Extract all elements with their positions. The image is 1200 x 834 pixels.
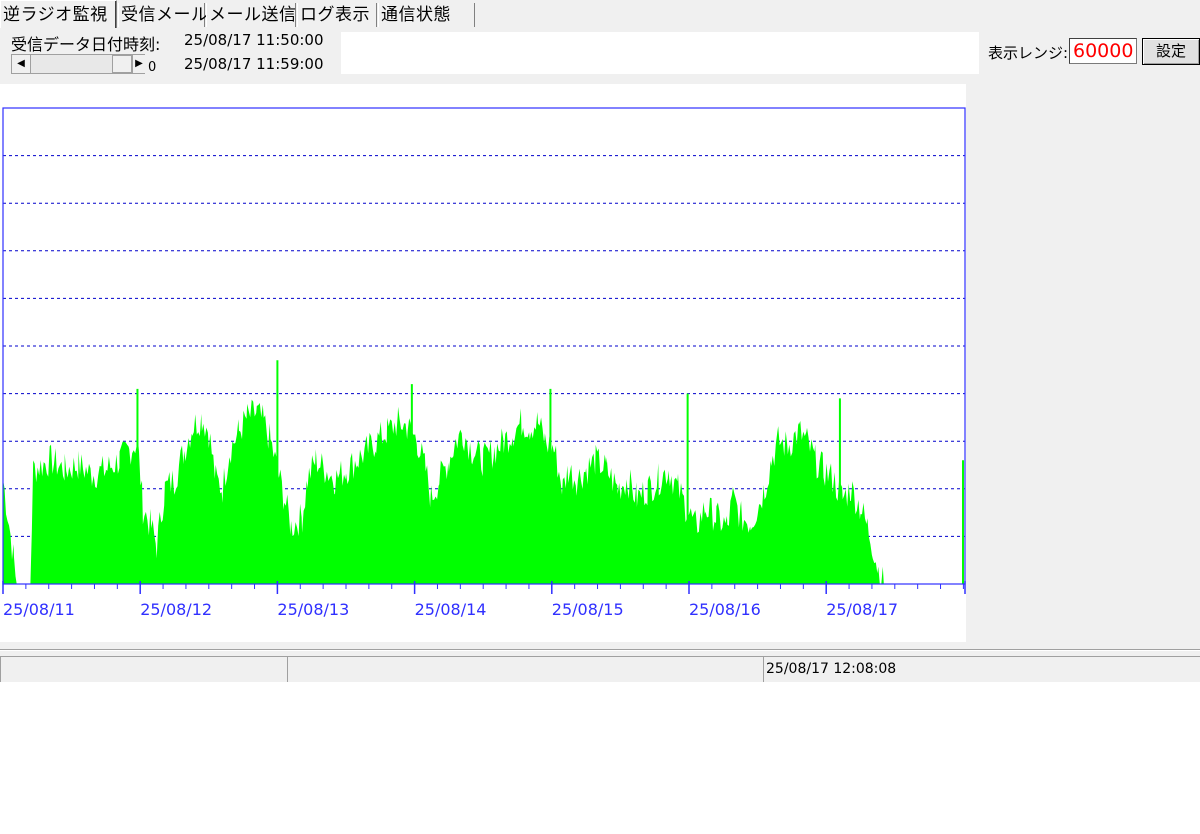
status-pane-2 [287,656,763,682]
monitor-window: 逆ラジオ監視 受信メール メール送信 ログ表示 通信状態 受信データ日付時刻: … [0,0,1200,682]
tab-bar: 逆ラジオ監視 受信メール メール送信 ログ表示 通信状態 [0,0,1200,28]
x-tick-label: 25/08/14 [415,600,487,619]
set-button[interactable]: 設定 [1142,38,1200,65]
scroll-value: 0 [148,60,157,75]
x-tick-label: 25/08/17 [826,600,898,619]
x-tick-label: 25/08/16 [689,600,761,619]
x-tick-label: 25/08/13 [277,600,349,619]
scroll-thumb[interactable] [112,55,132,73]
display-range-label: 表示レンジ: [988,44,1069,62]
chart-panel: 25/08/11 25/08/12 25/08/13 25/08/14 25/08/15… [0,84,966,642]
display-range-input[interactable] [1069,38,1137,64]
traffic-chart: 25/08/11 25/08/12 25/08/13 25/08/14 25/08/15… [2,107,966,619]
status-bar: 25/08/17 12:08:08 [0,653,1200,682]
tab-received-mail[interactable]: 受信メール [118,3,208,27]
received-datetime-label: 受信データ日付時刻: [11,35,161,54]
received-end-time: 25/08/17 11:59:00 [184,55,324,73]
scroll-right-icon[interactable]: ▶ [132,55,145,73]
time-scrollbar[interactable]: ◀ ▶ [11,54,145,74]
x-tick-label: 25/08/15 [552,600,624,619]
tab-log-view[interactable]: ログ表示 [297,3,377,27]
tab-comm-status[interactable]: 通信状態 [378,3,475,27]
status-timestamp: 25/08/17 12:08:08 [763,656,1200,682]
x-tick-label: 25/08/11 [3,600,75,619]
x-tick-label: 25/08/12 [140,600,212,619]
info-text-area[interactable] [341,32,979,74]
scroll-left-icon[interactable]: ◀ [12,55,31,73]
received-start-time: 25/08/17 11:50:00 [184,31,324,49]
tab-send-mail[interactable]: メール送信 [206,3,296,27]
tab-reverse-radio-monitor[interactable]: 逆ラジオ監視 [0,0,117,28]
traffic-area [3,399,965,584]
divider-line [0,649,1200,651]
status-pane-1 [0,656,287,682]
